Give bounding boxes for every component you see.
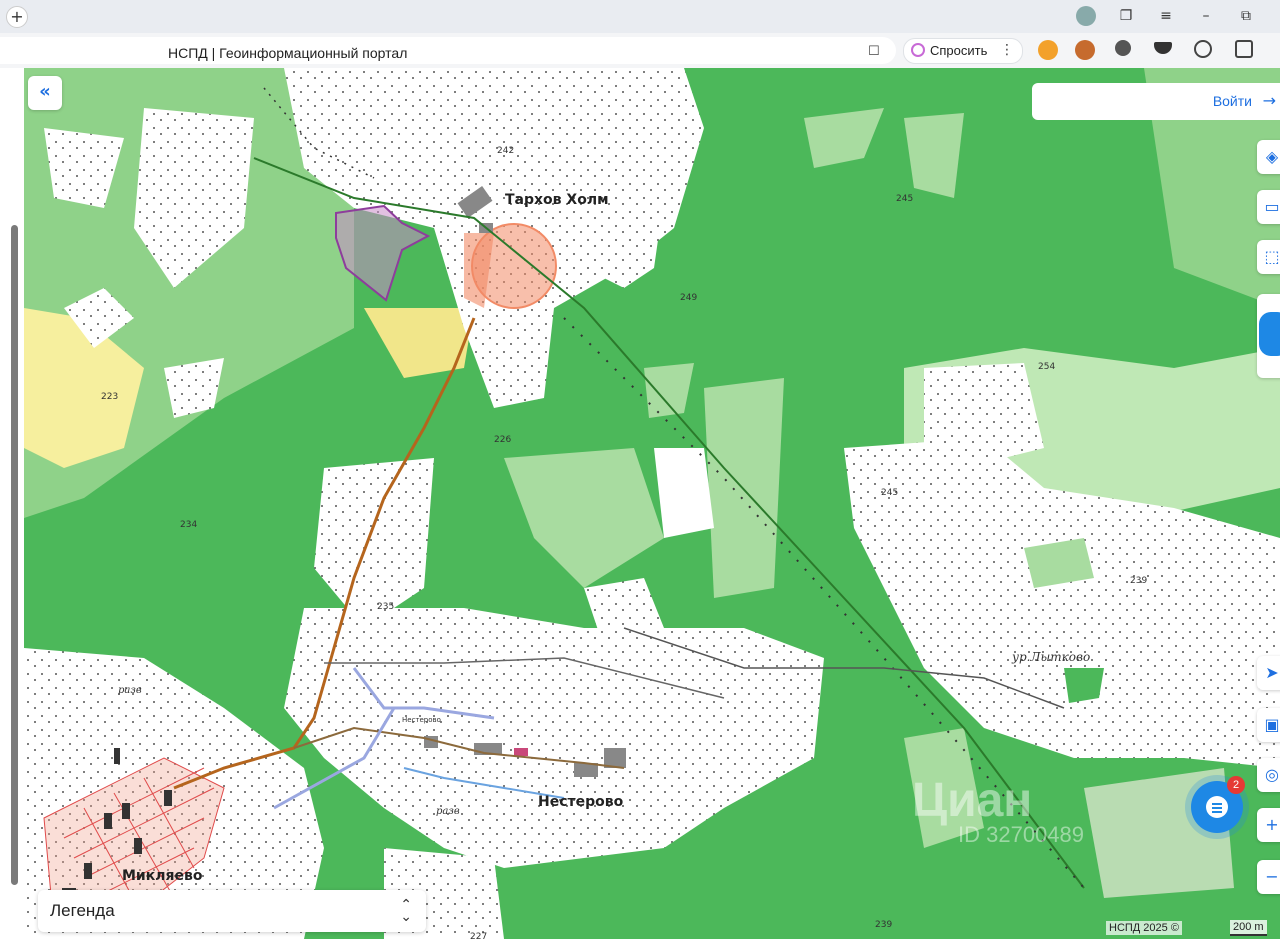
gift-extension-icon[interactable] [1038, 40, 1058, 60]
profile-avatar-icon[interactable] [1076, 6, 1096, 26]
collapse-panel-button[interactable]: « [28, 76, 62, 110]
selection-icon: ⬚ [1264, 247, 1280, 266]
map-icon: ▣ [1264, 715, 1280, 734]
left-sidebar-strip [0, 68, 24, 939]
login-button[interactable]: Войти → [1032, 83, 1280, 120]
zoom-out-button[interactable]: − [1257, 860, 1280, 894]
place-label-nesterovo: Нестерово [538, 794, 624, 810]
elevation-label: 249 [680, 293, 698, 303]
copyright-label: НСПД 2025 © [1106, 921, 1182, 935]
elevation-label: 234 [180, 520, 198, 530]
map-layer [24, 68, 1280, 939]
map-note-label: Нестерово [402, 716, 441, 724]
scale-bar: 200 m [1230, 920, 1267, 936]
address-field[interactable]: НСПД | Геоинформационный портал ☐ [0, 37, 896, 64]
legend-label: Легенда [50, 901, 115, 920]
map-note-label: разв [436, 806, 460, 817]
restore-icon[interactable]: ⧉ [1236, 6, 1256, 26]
place-label-miklyaevo: Микляево [122, 868, 203, 884]
place-label-lytkovo: ур.Лытково [1012, 650, 1091, 664]
address-bar: НСПД | Геоинформационный портал ☐ Спроси… [0, 33, 1280, 69]
planet-extension-icon[interactable] [1115, 40, 1131, 56]
elevation-label: 226 [494, 435, 512, 445]
elevation-label: 227 [470, 932, 488, 939]
chat-icon [1206, 796, 1228, 818]
puzzle-extension-icon[interactable] [1235, 40, 1253, 58]
building [514, 748, 528, 756]
pin-search-icon: ◎ [1265, 765, 1279, 784]
menu-icon[interactable]: ≡ [1156, 6, 1176, 26]
minimize-icon[interactable]: – [1196, 6, 1216, 26]
navigate-icon: ➤ [1265, 663, 1279, 682]
elevation-label: 239 [875, 920, 893, 930]
more-icon[interactable]: ⋮ [1000, 41, 1014, 59]
search-location-button[interactable]: ◎ [1257, 758, 1280, 792]
map-note-label: разв [118, 685, 142, 696]
3d-view-icon [1259, 312, 1280, 356]
elevation-label: 223 [101, 392, 119, 402]
expand-collapse-icon: ⌃ ⌄ [400, 897, 412, 925]
new-tab-button[interactable]: + [6, 6, 28, 28]
scrollbar[interactable] [11, 225, 18, 885]
login-label: Войти [1212, 93, 1252, 109]
legend-panel[interactable]: Легенда ⌃ ⌄ [38, 890, 426, 932]
page-title: НСПД | Геоинформационный портал [168, 45, 408, 61]
minus-icon: − [1265, 867, 1279, 886]
elevation-label: 254 [1038, 362, 1056, 372]
recycle-extension-icon[interactable] [1194, 40, 1212, 58]
place-label-tarkhov: Тархов Холм [505, 192, 609, 208]
bookmark-icon[interactable]: ☐ [868, 45, 882, 59]
forest-area [1064, 668, 1104, 703]
elevation-label: 242 [497, 146, 515, 156]
browser-tab-bar: + ❐ ≡ – ⧉ [0, 0, 1280, 33]
helmet-extension-icon[interactable] [1154, 42, 1172, 54]
layers-tool-button[interactable]: ◈ [1257, 140, 1280, 174]
elevation-label: 245 [881, 488, 899, 498]
tabs-icon[interactable]: ❐ [1116, 6, 1136, 26]
ask-button[interactable]: Спросить ⋮ [903, 38, 1023, 64]
locate-button[interactable]: ➤ [1257, 656, 1280, 690]
layers-icon: ◈ [1265, 147, 1279, 166]
extra-tools-button[interactable] [1257, 294, 1280, 378]
map-canvas[interactable]: Тархов Холм Нестерово Микляево ур.Лытков… [24, 68, 1280, 939]
basemap-button[interactable]: ▣ [1257, 708, 1280, 742]
ask-label: Спросить [930, 43, 988, 58]
ask-icon [911, 43, 925, 57]
elevation-label: 239 [1130, 576, 1148, 586]
select-area-tool-button[interactable]: ⬚ [1257, 240, 1280, 274]
elevation-label: 245 [896, 194, 914, 204]
watermark-logo: Циан [912, 774, 1033, 827]
zoom-in-button[interactable]: + [1257, 808, 1280, 842]
chat-badge: 2 [1227, 776, 1245, 794]
watermark-id: ID 32700489 [958, 822, 1084, 847]
login-icon: → [1262, 91, 1276, 110]
ruler-icon: ▭ [1264, 197, 1280, 216]
plus-icon: + [1265, 815, 1279, 834]
open-area [654, 448, 714, 538]
elevation-label: 235 [377, 602, 395, 612]
character-extension-icon[interactable] [1075, 40, 1095, 60]
light-forest-area [704, 378, 784, 598]
open-area [924, 363, 1044, 468]
measure-tool-button[interactable]: ▭ [1257, 190, 1280, 224]
